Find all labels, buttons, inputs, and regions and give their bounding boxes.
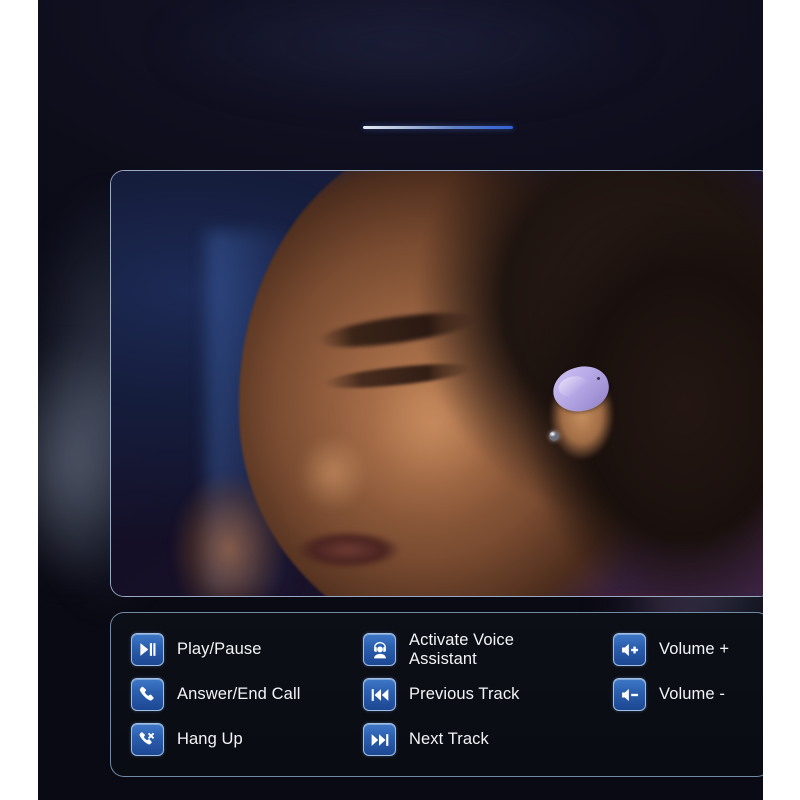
product-infographic: Play/Pause Activate Voice Assistant Volu… xyxy=(0,0,800,800)
next-track-icon xyxy=(363,723,396,756)
phone-answer-icon xyxy=(131,678,164,711)
voice-assistant-icon xyxy=(363,633,396,666)
legend-label: Volume + xyxy=(659,640,730,659)
dark-canvas: Play/Pause Activate Voice Assistant Volu… xyxy=(38,0,763,800)
legend-item-answer-end-call[interactable]: Answer/End Call xyxy=(131,672,363,717)
legend-label: Answer/End Call xyxy=(177,685,301,704)
model-shirt xyxy=(507,543,763,596)
volume-up-icon xyxy=(613,633,646,666)
legend-item-hang-up[interactable]: Hang Up xyxy=(131,717,363,762)
play-pause-icon xyxy=(131,633,164,666)
legend-label: Hang Up xyxy=(177,730,243,749)
accent-divider xyxy=(363,126,513,129)
page-right-margin xyxy=(763,0,800,800)
legend-item-previous-track[interactable]: Previous Track xyxy=(363,672,613,717)
legend-item-play-pause[interactable]: Play/Pause xyxy=(131,627,363,672)
legend-label: Previous Track xyxy=(409,685,520,704)
previous-track-icon xyxy=(363,678,396,711)
legend-label: Next Track xyxy=(409,730,489,749)
legend-item-next-track[interactable]: Next Track xyxy=(363,717,613,762)
lips xyxy=(283,527,413,573)
legend-item-voice-assistant[interactable]: Activate Voice Assistant xyxy=(363,627,613,672)
earbud-mic-dot xyxy=(597,377,600,380)
legend-item-volume-up[interactable]: Volume + xyxy=(613,627,763,672)
background-glow-top xyxy=(78,0,728,120)
legend-item-volume-down[interactable]: Volume - xyxy=(613,672,763,717)
earring xyxy=(549,431,559,441)
hero-photo xyxy=(110,170,763,597)
controls-grid: Play/Pause Activate Voice Assistant Volu… xyxy=(111,613,763,776)
legend-label: Play/Pause xyxy=(177,640,262,659)
phone-hangup-icon xyxy=(131,723,164,756)
legend-label: Activate Voice Assistant xyxy=(409,630,515,668)
controls-legend-panel: Play/Pause Activate Voice Assistant Volu… xyxy=(110,612,763,777)
legend-label: Volume - xyxy=(659,685,725,704)
volume-down-icon xyxy=(613,678,646,711)
page-left-margin xyxy=(0,0,38,800)
